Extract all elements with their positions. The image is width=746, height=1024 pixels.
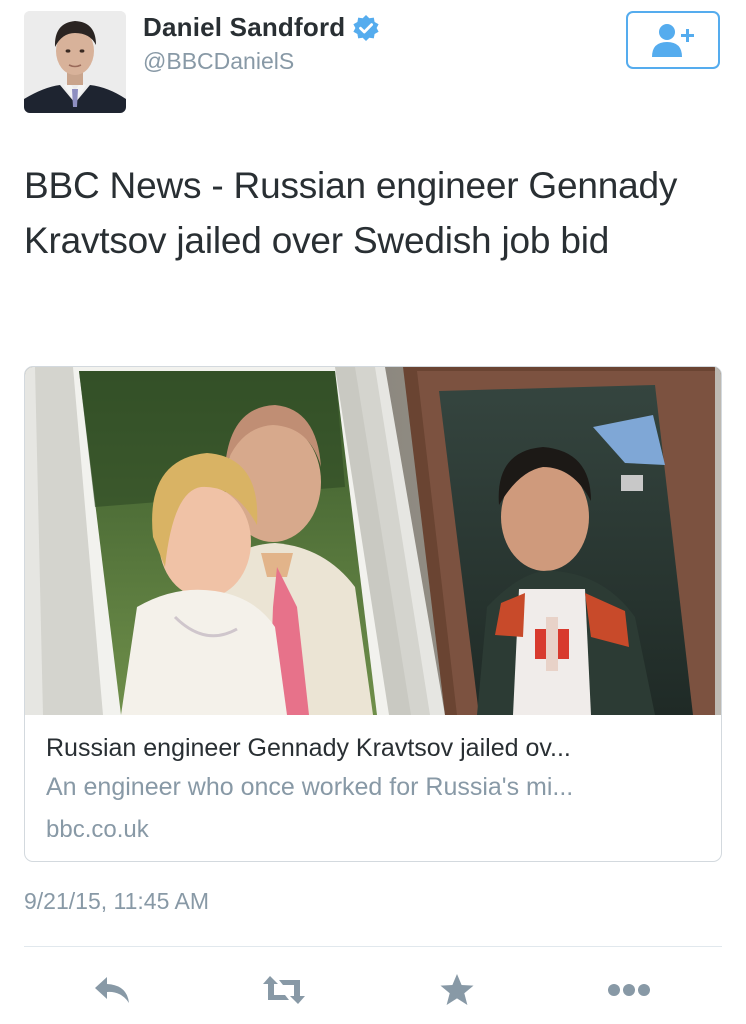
favorite-star-icon (440, 974, 474, 1005)
more-icon (608, 984, 650, 996)
more-button[interactable] (606, 970, 652, 1010)
follow-button[interactable] (626, 11, 720, 69)
reply-button[interactable] (90, 970, 136, 1010)
link-card[interactable]: Russian engineer Gennady Kravtsov jailed… (24, 366, 722, 862)
reply-icon (95, 977, 129, 1003)
author-row: Daniel Sandford (143, 12, 380, 43)
tweet-timestamp: 9/21/15, 11:45 AM (24, 888, 209, 914)
verified-badge-icon (353, 14, 379, 41)
avatar[interactable] (24, 11, 126, 113)
retweet-icon (263, 976, 305, 1004)
card-description: An engineer who once worked for Russia's… (46, 773, 574, 801)
card-domain: bbc.co.uk (46, 816, 149, 843)
add-user-icon (652, 24, 694, 57)
card-title[interactable]: Russian engineer Gennady Kravtsov jailed… (46, 734, 706, 763)
tweet-text: BBC News - Russian engineer Gennady Krav… (24, 165, 678, 261)
author-handle[interactable]: @BBCDanielS (143, 48, 294, 75)
author-name[interactable]: Daniel Sandford (143, 12, 345, 43)
retweet-button[interactable] (261, 970, 307, 1010)
favorite-button[interactable] (434, 970, 480, 1010)
divider (24, 946, 722, 947)
article-photo (25, 367, 721, 715)
profile-photo (24, 11, 126, 113)
